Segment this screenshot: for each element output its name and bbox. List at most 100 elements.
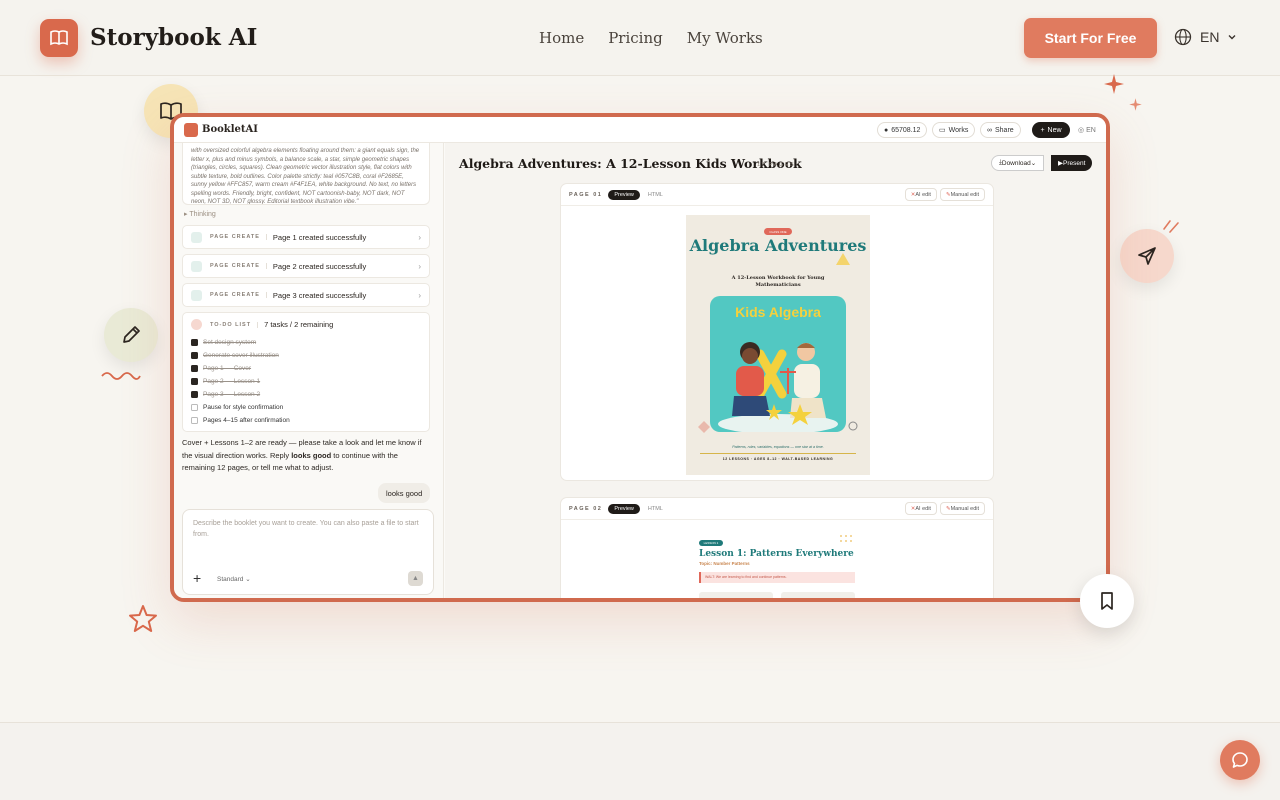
manual-edit-button[interactable]: ✎ Manual edit — [939, 188, 985, 201]
chevron-down-icon: ⌄ — [1030, 160, 1037, 167]
checklist-icon — [191, 319, 202, 330]
reply-bold: looks good — [291, 450, 332, 460]
floating-bookmark-bubble — [1080, 574, 1134, 628]
support-chat-button[interactable] — [1220, 740, 1260, 780]
credits-pill[interactable]: ● 65708.12 — [877, 122, 928, 138]
brand-name[interactable]: Storybook AI — [90, 24, 257, 51]
cover-tag: CLASS ONE — [764, 228, 792, 235]
start-for-free-button[interactable]: Start For Free — [1024, 18, 1157, 58]
new-button[interactable]: + New — [1032, 122, 1070, 138]
floating-pencil-bubble — [104, 308, 158, 362]
nav-my-works-link[interactable]: My Works — [687, 29, 763, 47]
mode-label: Standard — [217, 576, 244, 583]
todo-text: Pages 4–15 after confirmation — [203, 417, 290, 424]
page-toolbar: PAGE 02 Preview HTML ✕ AI edit ✎ Manual … — [561, 498, 993, 520]
share-button[interactable]: ∞ Share — [980, 122, 1021, 138]
lesson-title: Lesson 1: Patterns Everywhere — [699, 549, 854, 559]
tab-html[interactable]: HTML — [642, 190, 669, 200]
page-doc-icon — [191, 231, 202, 243]
send-icon — [1138, 247, 1156, 265]
send-arrow-icon[interactable]: ▲ — [408, 571, 423, 586]
todo-item[interactable]: Page 2 — Lesson 1 — [191, 375, 421, 388]
todo-text: Generate cover illustration — [203, 352, 279, 359]
triangle-decor-icon — [836, 253, 850, 265]
thinking-toggle[interactable]: ▸ Thinking — [184, 210, 216, 218]
checkbox-checked-icon[interactable] — [191, 352, 198, 359]
tool-call-row[interactable]: PAGE CREATE Page 1 created successfully … — [182, 225, 430, 249]
share-label: Share — [995, 126, 1014, 134]
ai-edit-button[interactable]: ✕ AI edit — [904, 188, 937, 201]
download-button[interactable]: ⤓ Download ⌄ — [991, 155, 1045, 171]
app-language-code: EN — [1086, 127, 1096, 134]
manual-edit-button[interactable]: ✎ Manual edit — [939, 502, 985, 515]
tool-tag: PAGE CREATE — [210, 234, 267, 240]
present-button[interactable]: ▶ Present — [1051, 155, 1093, 171]
download-label: Download — [1001, 159, 1031, 167]
page-label: PAGE 02 — [569, 505, 603, 512]
tool-call-row[interactable]: PAGE CREATE Page 3 created successfully … — [182, 283, 430, 307]
checkbox-checked-icon[interactable] — [191, 378, 198, 385]
dots-decor-icon — [840, 535, 852, 542]
todo-summary: 7 tasks / 2 remaining — [264, 320, 334, 329]
todo-item[interactable]: Pause for style confirmation — [191, 401, 421, 414]
chevron-down-icon — [1228, 35, 1236, 40]
tool-text: Page 3 created successfully — [272, 290, 367, 300]
page-toolbar: PAGE 01 Preview HTML ✕ AI edit ✎ Manual … — [561, 184, 993, 206]
coin-icon: ● — [884, 126, 889, 134]
todo-item[interactable]: Set design system — [191, 336, 421, 349]
checkbox-checked-icon[interactable] — [191, 365, 198, 372]
tool-tag: PAGE CREATE — [210, 292, 267, 298]
chevron-right-icon: › — [418, 261, 421, 271]
todo-text: Page 3 — Lesson 2 — [203, 391, 261, 398]
todo-item[interactable]: Page 1 — Cover — [191, 362, 421, 375]
language-selector[interactable]: EN — [1174, 28, 1237, 46]
tool-call-row[interactable]: PAGE CREATE Page 2 created successfully … — [182, 254, 430, 278]
lesson-card — [699, 592, 773, 598]
document-panel: Algebra Adventures: A 12-Lesson Kids Wor… — [445, 143, 1106, 598]
assistant-message: Cover + Lessons 1–2 are ready — please t… — [182, 437, 432, 475]
lesson-page: LESSON 1 Lesson 1: Patterns Everywhere T… — [691, 528, 861, 598]
cover-tagline: Patterns, rules, variables, equations — … — [732, 445, 824, 449]
ai-edit-label: AI edit — [915, 505, 931, 512]
chat-panel: with oversized colorful algebra elements… — [174, 143, 444, 598]
tab-preview[interactable]: Preview — [608, 503, 640, 514]
works-button[interactable]: ▭ Works — [932, 122, 976, 138]
todo-text: Set design system — [203, 339, 257, 346]
todo-item[interactable]: Generate cover illustration — [191, 349, 421, 362]
tab-preview[interactable]: Preview — [608, 189, 640, 200]
cover-title: Algebra Adventures — [689, 236, 867, 255]
todo-item[interactable]: Pages 4–15 after confirmation — [191, 414, 421, 427]
tab-html[interactable]: HTML — [642, 504, 669, 514]
nav-pricing-link[interactable]: Pricing — [608, 29, 663, 47]
cover-page: CLASS ONE Algebra Adventures A 12-Lesson… — [686, 215, 870, 475]
app-language[interactable]: ◎ EN — [1078, 126, 1096, 134]
link-icon: ∞ — [987, 126, 992, 134]
globe-icon — [1174, 28, 1192, 46]
message-composer[interactable]: Describe the booklet you want to create.… — [182, 509, 434, 595]
checkbox-icon[interactable] — [191, 417, 198, 424]
cover-divider — [700, 453, 856, 454]
add-attachment-icon[interactable]: + — [193, 570, 201, 586]
todo-item[interactable]: Page 3 — Lesson 2 — [191, 388, 421, 401]
checkbox-icon[interactable] — [191, 404, 198, 411]
chevron-right-icon: › — [418, 290, 421, 300]
chevron-right-icon: › — [418, 232, 421, 242]
app-logo-icon — [184, 123, 198, 137]
brand-book-icon[interactable] — [40, 19, 78, 57]
spark-lines-icon — [1163, 220, 1179, 233]
ai-edit-button[interactable]: ✕ AI edit — [904, 502, 937, 515]
cover-art-title: Kids Algebra — [735, 304, 821, 320]
page-doc-icon — [191, 260, 202, 272]
book-icon: ▭ — [939, 127, 946, 134]
mode-selector[interactable]: Standard ⌄ — [217, 575, 251, 583]
composer-placeholder[interactable]: Describe the booklet you want to create.… — [193, 518, 423, 540]
checkbox-checked-icon[interactable] — [191, 339, 198, 346]
nav-home-link[interactable]: Home — [539, 29, 584, 47]
bookmark-icon — [1101, 592, 1113, 610]
checkbox-checked-icon[interactable] — [191, 391, 198, 398]
pencil-icon — [123, 326, 140, 343]
page-label: PAGE 01 — [569, 191, 603, 198]
prompt-excerpt: with oversized colorful algebra elements… — [182, 143, 430, 205]
ai-edit-label: AI edit — [915, 191, 931, 198]
todo-text: Page 2 — Lesson 1 — [203, 378, 261, 385]
